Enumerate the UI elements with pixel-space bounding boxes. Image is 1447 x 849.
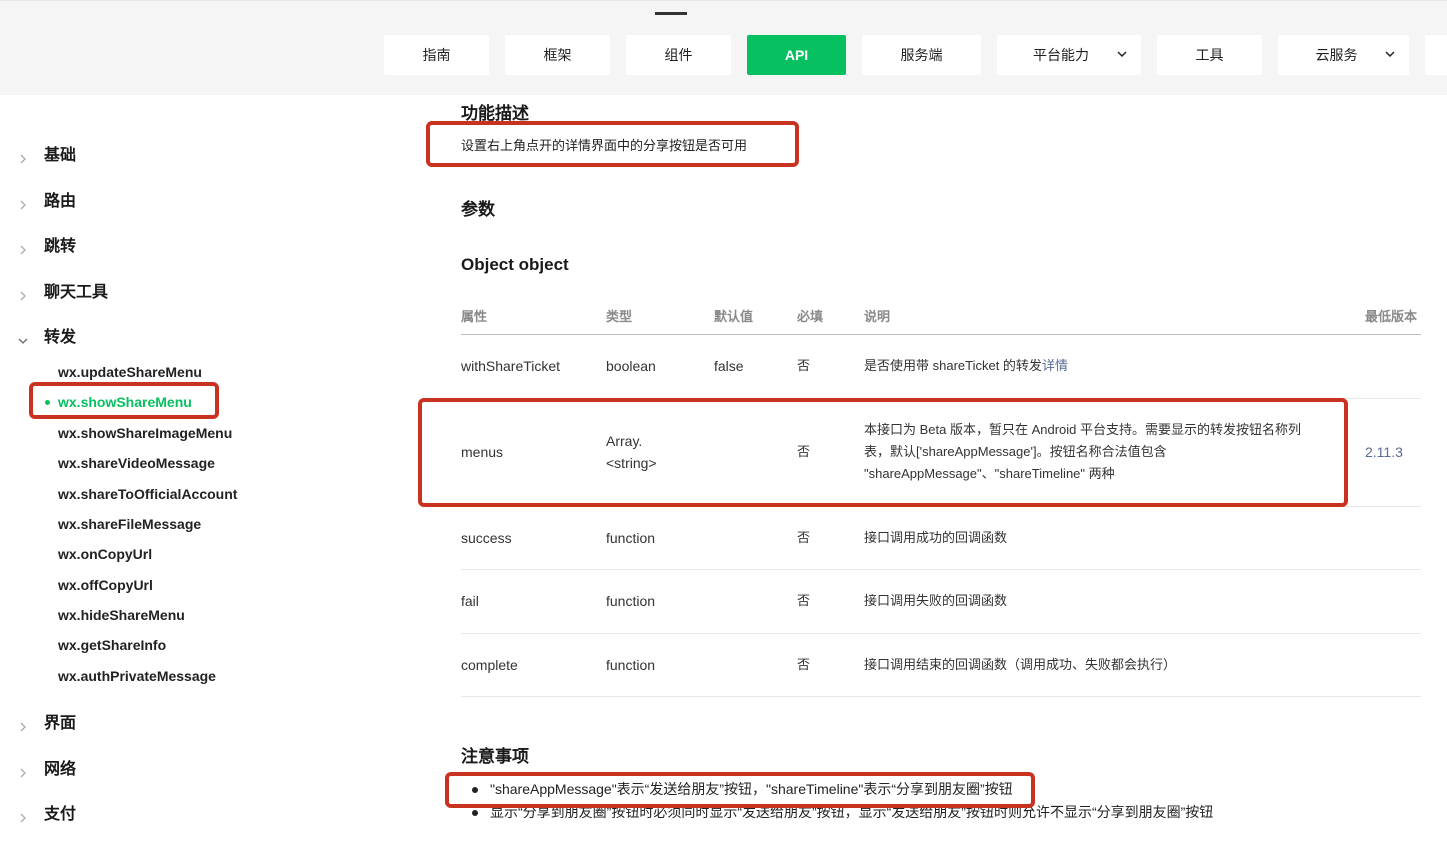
- chevron-down-icon: [18, 333, 28, 344]
- sidebar-category-label: 路由: [44, 193, 77, 210]
- row-attr: withShareTicket: [461, 358, 561, 374]
- tab-label: 组件: [664, 47, 693, 63]
- sidebar-item-updatesharemenu[interactable]: wx.updateShareMenu: [58, 362, 202, 382]
- highlight-box: [426, 121, 799, 167]
- chevron-right-icon: [18, 810, 28, 823]
- row-attr: success: [461, 530, 512, 546]
- tab-cloud-service[interactable]: 云服务: [1278, 35, 1409, 75]
- table-header-desc: 说明: [864, 309, 891, 324]
- tab-guide[interactable]: 指南: [384, 35, 489, 75]
- row-required: 否: [797, 358, 811, 373]
- row-divider: [461, 633, 1421, 634]
- chevron-down-icon: [1117, 49, 1127, 59]
- row-desc: 接口调用成功的回调函数: [864, 530, 1008, 545]
- row-attr: complete: [461, 657, 518, 673]
- sidebar-item-oncopyurl[interactable]: wx.onCopyUrl: [58, 544, 152, 564]
- table-header-divider: [461, 334, 1421, 335]
- tab-label: 工具: [1195, 47, 1224, 63]
- sidebar-category-label: 基础: [44, 147, 77, 164]
- row-type: boolean: [606, 358, 656, 374]
- highlight-box: [29, 382, 219, 419]
- row-desc: 接口调用失败的回调函数: [864, 593, 1008, 608]
- tab-api[interactable]: API: [747, 35, 846, 75]
- row-divider: [461, 696, 1421, 697]
- tab-server[interactable]: 服务端: [862, 35, 981, 75]
- row-divider: [461, 569, 1421, 570]
- tab-platform-capability[interactable]: 平台能力: [997, 35, 1141, 75]
- row-type: function: [606, 593, 656, 609]
- sidebar-category-label: 界面: [44, 715, 77, 732]
- sidebar-category-label: 网络: [44, 761, 77, 778]
- row-desc: 是否使用带 shareTicket 的转发详情: [864, 355, 1068, 377]
- row-attr: fail: [461, 593, 479, 609]
- tab-label: 云服务: [1315, 47, 1358, 63]
- table-header-attr: 属性: [461, 309, 488, 324]
- sidebar-item-hidesharemenu[interactable]: wx.hideShareMenu: [58, 605, 185, 625]
- row-required: 否: [797, 593, 811, 608]
- highlight-box: [445, 772, 1035, 808]
- chevron-right-icon: [18, 151, 28, 164]
- table-header-type: 类型: [606, 309, 633, 324]
- sidebar-item-sharevideomessage[interactable]: wx.shareVideoMessage: [58, 453, 215, 473]
- row-type: function: [606, 657, 656, 673]
- chevron-right-icon: [18, 719, 28, 732]
- tab-label: API: [784, 47, 809, 63]
- row-default: false: [714, 358, 744, 374]
- table-header-min-version: 最低版本: [1365, 309, 1418, 324]
- row-required: 否: [797, 657, 811, 672]
- sidebar-item-sharetoofficialaccount[interactable]: wx.shareToOfficialAccount: [58, 484, 237, 504]
- chevron-right-icon: [18, 288, 28, 301]
- chevron-down-icon: [1385, 49, 1395, 59]
- notes-heading: 注意事项: [461, 747, 529, 766]
- sidebar-item-authprivatemessage[interactable]: wx.authPrivateMessage: [58, 666, 216, 686]
- chevron-right-icon: [18, 765, 28, 778]
- sidebar-item-getshareinfo[interactable]: wx.getShareInfo: [58, 635, 166, 655]
- object-heading: Object object: [461, 255, 569, 274]
- table-header-default: 默认值: [714, 309, 754, 324]
- nav-indicator: [655, 12, 687, 15]
- sidebar-item-sharefilemessage[interactable]: wx.shareFileMessage: [58, 514, 201, 534]
- tab-label: 平台能力: [1033, 47, 1089, 63]
- tab-label: 指南: [422, 47, 451, 63]
- params-heading: 参数: [461, 200, 495, 219]
- row-version: 2.11.3: [1365, 444, 1403, 460]
- sidebar-category-label: 聊天工具: [44, 284, 109, 301]
- details-link[interactable]: 详情: [1042, 358, 1068, 373]
- row-required: 否: [797, 530, 811, 545]
- sidebar-category-label: 转发: [44, 329, 77, 346]
- sidebar-item-offcopyurl[interactable]: wx.offCopyUrl: [58, 575, 153, 595]
- highlight-box: [418, 398, 1348, 507]
- row-desc: 接口调用结束的回调函数（调用成功、失败都会执行）: [864, 657, 1177, 672]
- chevron-right-icon: [18, 197, 28, 210]
- row-desc-text: 是否使用带 shareTicket 的转发: [864, 358, 1042, 373]
- row-type: function: [606, 530, 656, 546]
- tab-overflow[interactable]: [1425, 35, 1447, 75]
- tab-framework[interactable]: 框架: [505, 35, 610, 75]
- tab-label: 框架: [543, 47, 572, 63]
- tab-components[interactable]: 组件: [626, 35, 731, 75]
- sidebar-item-showshareimagemenu[interactable]: wx.showShareImageMenu: [58, 423, 232, 443]
- top-nav-bar: 指南 框架 组件 API 服务端 平台能力 工具 云服务: [0, 0, 1447, 95]
- table-header-required: 必填: [797, 309, 824, 324]
- tab-label: 服务端: [900, 47, 943, 63]
- chevron-right-icon: [18, 242, 28, 255]
- sidebar-category-label: 支付: [44, 806, 77, 823]
- tab-tools[interactable]: 工具: [1157, 35, 1262, 75]
- sidebar-category-label: 跳转: [44, 238, 77, 255]
